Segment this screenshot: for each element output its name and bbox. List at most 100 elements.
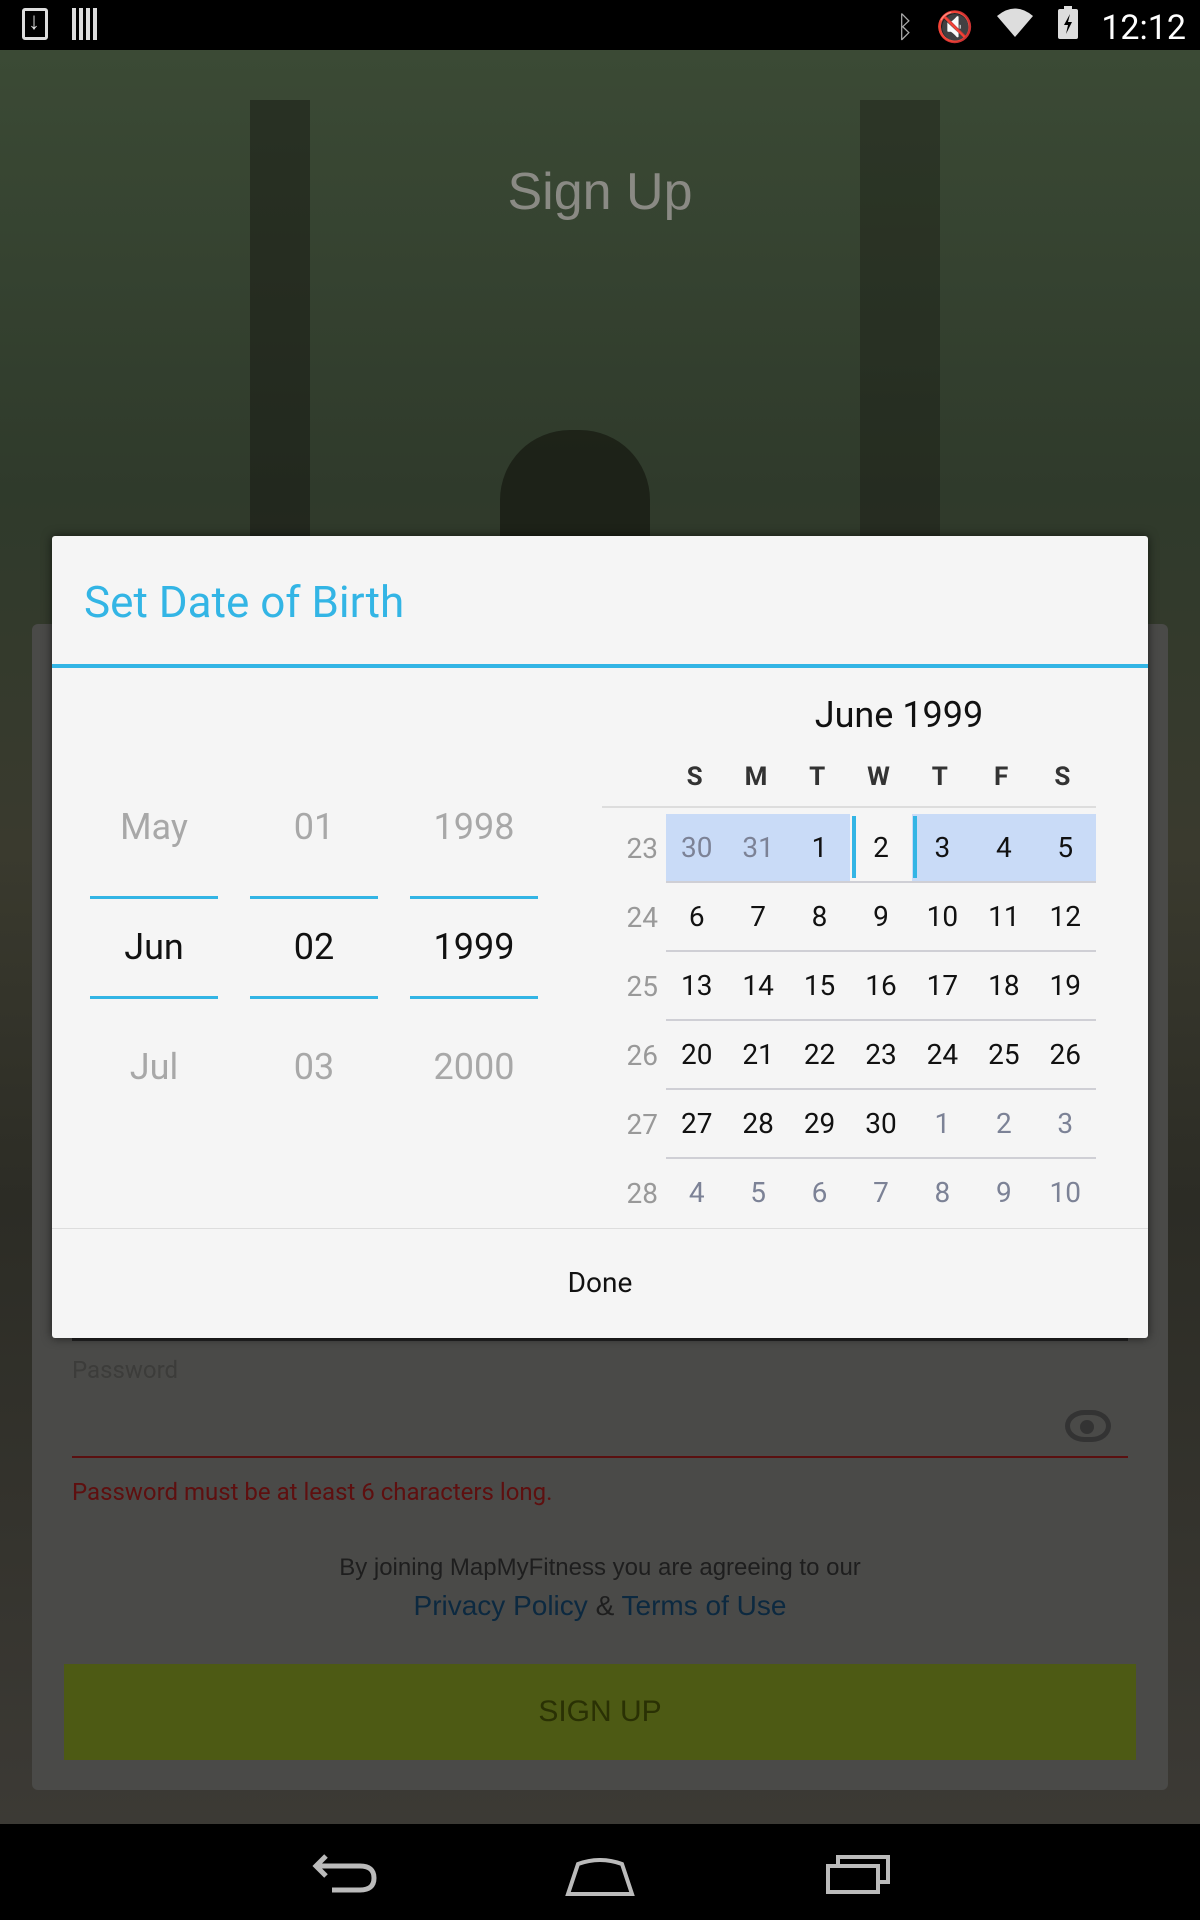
calendar-day[interactable]: 4: [973, 814, 1035, 881]
recent-apps-icon[interactable]: [826, 1854, 890, 1894]
weekday-label: M: [744, 762, 768, 792]
status-bar: ᛒ 🔇 12:12: [0, 0, 1200, 50]
calendar-day[interactable]: 16: [850, 952, 911, 1019]
year-current[interactable]: 1999: [410, 926, 538, 968]
calendar-week-row: 25 13 14 15 16 17 18 19: [602, 952, 1096, 1021]
done-button[interactable]: Done: [52, 1230, 1148, 1336]
calendar-day[interactable]: 30: [666, 814, 728, 881]
date-of-birth-dialog: Set Date of Birth May Jun Jul 01 02 03 1…: [52, 536, 1148, 1338]
back-icon[interactable]: [312, 1848, 378, 1894]
day-current[interactable]: 02: [250, 926, 378, 968]
calendar-day[interactable]: 5: [1034, 814, 1096, 881]
calendar-day[interactable]: 1: [788, 814, 851, 881]
spinner-divider: [410, 896, 538, 899]
year-prev[interactable]: 1998: [410, 806, 538, 848]
week-number: 27: [626, 1108, 658, 1141]
password-field[interactable]: [72, 1456, 1128, 1458]
calendar-day[interactable]: 12: [1035, 883, 1096, 950]
calendar-week-row: 27 27 28 29 30 1 2 3: [602, 1090, 1096, 1159]
home-icon[interactable]: [564, 1858, 636, 1898]
calendar-day[interactable]: 6: [789, 1159, 850, 1226]
dialog-title-divider: [52, 664, 1148, 668]
calendar-day[interactable]: 7: [727, 883, 788, 950]
day-next[interactable]: 03: [250, 1046, 378, 1088]
selected-day-marker: [913, 816, 917, 878]
download-icon: [22, 7, 48, 40]
spinner-divider: [250, 996, 378, 999]
password-error-message: Password must be at least 6 characters l…: [72, 1478, 553, 1506]
calendar-day[interactable]: 7: [850, 1159, 911, 1226]
calendar-day[interactable]: 23: [850, 1021, 911, 1088]
calendar-day[interactable]: 8: [912, 1159, 973, 1226]
calendar-day[interactable]: 29: [789, 1090, 850, 1157]
calendar-week-row: 26 20 21 22 23 24 25 26: [602, 1021, 1096, 1090]
spinner-divider: [410, 996, 538, 999]
calendar-day[interactable]: 21: [727, 1021, 788, 1088]
calendar-day[interactable]: 13: [666, 952, 727, 1019]
calendar-day-selected[interactable]: 2: [850, 814, 911, 881]
calendar-day[interactable]: 5: [727, 1159, 788, 1226]
show-password-eye-icon[interactable]: [1065, 1410, 1111, 1442]
calendar-day[interactable]: 2: [973, 1090, 1034, 1157]
day-prev[interactable]: 01: [250, 806, 378, 848]
page-title: Sign Up: [507, 163, 693, 221]
calendar-divider: [602, 806, 1096, 808]
calendar-week-row: 24 6 7 8 9 10 11 12: [602, 883, 1096, 952]
terms-links: Privacy Policy & Terms of Use: [0, 1590, 1200, 1622]
calendar-week-row: 23 30 31 1 2 3 4 5: [602, 814, 1096, 883]
barcode-icon: [72, 8, 98, 40]
terms-of-use-link[interactable]: Terms of Use: [622, 1590, 787, 1621]
calendar-day[interactable]: 20: [666, 1021, 727, 1088]
year-next[interactable]: 2000: [410, 1046, 538, 1088]
calendar-day[interactable]: 11: [973, 883, 1034, 950]
selected-day-marker: [852, 816, 856, 878]
month-next[interactable]: Jul: [90, 1046, 218, 1088]
weekday-label: F: [993, 762, 1009, 792]
calendar-day[interactable]: 8: [789, 883, 850, 950]
calendar-day[interactable]: 27: [666, 1090, 727, 1157]
calendar-day[interactable]: 3: [1035, 1090, 1096, 1157]
privacy-policy-link[interactable]: Privacy Policy: [414, 1590, 588, 1621]
calendar-day[interactable]: 22: [789, 1021, 850, 1088]
weekday-label: S: [1054, 762, 1071, 792]
calendar-day[interactable]: 10: [912, 883, 973, 950]
navigation-bar: [0, 1824, 1200, 1920]
calendar-day[interactable]: 9: [973, 1159, 1034, 1226]
calendar-day[interactable]: 28: [727, 1090, 788, 1157]
calendar-weekday-header: S M T W T F S: [664, 762, 1154, 792]
month-prev[interactable]: May: [90, 806, 218, 848]
calendar-day[interactable]: 30: [850, 1090, 911, 1157]
calendar-day[interactable]: 17: [912, 952, 973, 1019]
dialog-divider: [52, 1228, 1148, 1229]
calendar-week-row: 28 4 5 6 7 8 9 10: [602, 1159, 1096, 1228]
weekday-label: S: [686, 762, 703, 792]
calendar-day[interactable]: 3: [911, 814, 974, 881]
calendar-day[interactable]: 18: [973, 952, 1034, 1019]
week-number: 28: [626, 1177, 658, 1210]
calendar-day[interactable]: 6: [666, 883, 727, 950]
month-current[interactable]: Jun: [90, 926, 218, 968]
calendar-day[interactable]: 14: [727, 952, 788, 1019]
field-underline: [72, 1338, 1128, 1341]
dialog-title: Set Date of Birth: [84, 576, 405, 628]
calendar-day[interactable]: 26: [1035, 1021, 1096, 1088]
calendar-day[interactable]: 25: [973, 1021, 1034, 1088]
weekday-label: T: [809, 762, 826, 792]
spinner-divider: [90, 896, 218, 899]
weekday-label: T: [931, 762, 948, 792]
sign-up-button[interactable]: SIGN UP: [64, 1664, 1136, 1760]
spinner-divider: [250, 896, 378, 899]
calendar-day[interactable]: 24: [912, 1021, 973, 1088]
battery-charging-icon: [1057, 6, 1079, 49]
terms-text: By joining MapMyFitness you are agreeing…: [339, 1554, 861, 1581]
week-number: 23: [626, 832, 658, 865]
week-number: 25: [626, 970, 658, 1003]
calendar-day[interactable]: 31: [727, 814, 789, 881]
calendar-day[interactable]: 19: [1035, 952, 1096, 1019]
calendar-day[interactable]: 10: [1035, 1159, 1096, 1226]
calendar-day[interactable]: 9: [850, 883, 911, 950]
calendar-day[interactable]: 15: [789, 952, 850, 1019]
calendar-day[interactable]: 4: [666, 1159, 727, 1226]
calendar-day[interactable]: 1: [912, 1090, 973, 1157]
weekday-label: W: [867, 762, 890, 792]
